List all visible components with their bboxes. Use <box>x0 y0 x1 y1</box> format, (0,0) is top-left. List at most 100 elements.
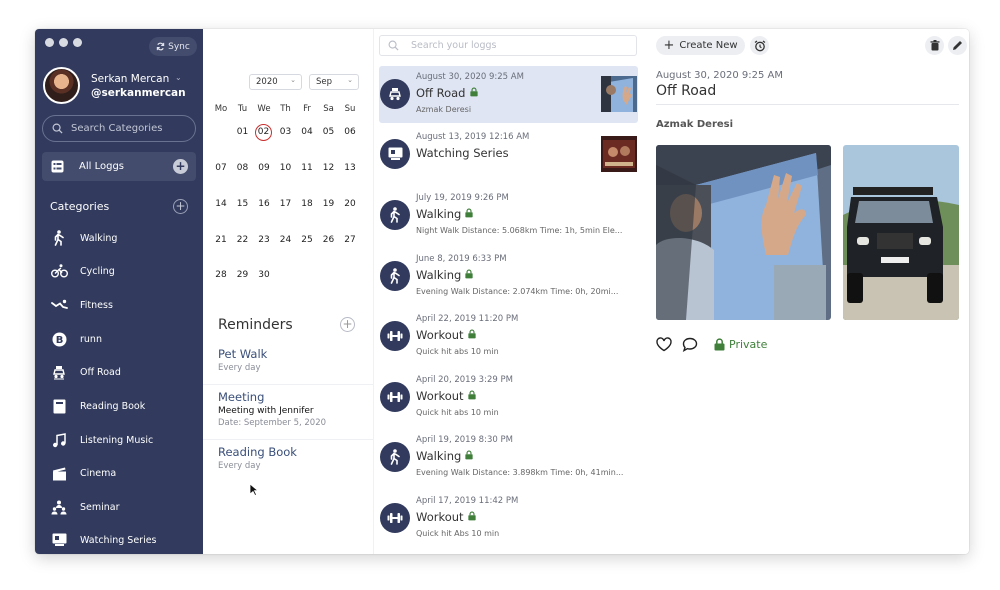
sync-button[interactable]: Sync <box>149 37 197 56</box>
calendar-day[interactable]: 25 <box>297 232 317 248</box>
create-new-button[interactable]: + Create New <box>656 36 745 55</box>
log-entry[interactable]: June 8, 2019 6:33 PM Walking Evening Walk … <box>379 248 638 305</box>
calendar-day[interactable]: 15 <box>233 196 253 212</box>
lock-icon <box>714 337 725 350</box>
calendar-day[interactable]: 17 <box>276 196 296 212</box>
calendar-day[interactable]: 24 <box>276 232 296 248</box>
category-watching-series[interactable]: Watching Series <box>50 530 157 550</box>
calendar-day[interactable]: 07 <box>211 160 231 176</box>
entry-title: Off Road <box>416 86 478 100</box>
weekday-label: We <box>257 104 271 114</box>
log-entry[interactable]: August 30, 2020 9:25 AM Off Road Azmak Der… <box>379 66 638 123</box>
log-entry[interactable]: April 22, 2019 11:20 PM Workout Quick hit … <box>379 308 638 365</box>
category-off-road[interactable]: Off Road <box>50 362 121 382</box>
search-categories-placeholder: Search Categories <box>71 123 163 134</box>
user-name[interactable]: Serkan Mercan <box>91 73 169 85</box>
calendar-day[interactable]: 12 <box>319 160 339 176</box>
music-icon <box>50 431 68 449</box>
calendar-day[interactable]: 03 <box>276 124 296 140</box>
calendar-day[interactable]: 16 <box>254 196 274 212</box>
comment-icon[interactable] <box>682 337 698 352</box>
reminder-title: Meeting <box>218 390 265 404</box>
calendar-day[interactable]: 01 <box>233 124 253 140</box>
alarm-button[interactable] <box>750 36 769 55</box>
calendar-day[interactable]: 28 <box>211 267 231 283</box>
category-walking[interactable]: Walking <box>50 228 117 248</box>
category-fitness[interactable]: Fitness <box>50 295 113 315</box>
all-loggs-item[interactable]: All Loggs + <box>42 152 196 181</box>
entry-date: April 17, 2019 11:42 PM <box>416 496 519 506</box>
calendar-day[interactable]: 23 <box>254 232 274 248</box>
reminder-item[interactable]: Pet Walk Every day <box>218 347 371 373</box>
fitness-icon <box>50 296 68 314</box>
calendar-day[interactable]: 06 <box>340 124 360 140</box>
year-select[interactable]: 2020 ⌄ <box>249 74 302 90</box>
add-reminder-button[interactable]: + <box>340 317 355 332</box>
calendar-day[interactable]: 05 <box>319 124 339 140</box>
category-listening-music[interactable]: Listening Music <box>50 430 153 450</box>
calendar-day[interactable]: 18 <box>297 196 317 212</box>
detail-date: August 30, 2020 9:25 AM <box>656 70 783 81</box>
category-seminar[interactable]: Seminar <box>50 497 120 517</box>
entry-date: June 8, 2019 6:33 PM <box>416 254 507 264</box>
maximize-window-button[interactable] <box>73 38 82 47</box>
heart-icon[interactable] <box>656 336 672 352</box>
log-entry[interactable]: April 20, 2019 3:29 PM Workout Quick hit a… <box>379 369 638 426</box>
log-entry[interactable]: April 19, 2019 8:30 PM Walking Evening Wal… <box>379 429 638 486</box>
detail-photo[interactable] <box>843 145 959 320</box>
add-category-button[interactable]: + <box>173 199 188 214</box>
delete-button[interactable] <box>925 36 944 55</box>
avatar[interactable] <box>43 67 80 104</box>
category-label: runn <box>80 333 102 345</box>
entry-title-text: Walking <box>416 207 462 221</box>
calendar-day[interactable]: 13 <box>340 160 360 176</box>
category-reading-book[interactable]: Reading Book <box>50 396 145 416</box>
search-categories-input[interactable]: Search Categories <box>42 115 196 142</box>
divider <box>656 104 959 105</box>
close-window-button[interactable] <box>45 38 54 47</box>
log-entry[interactable]: April 17, 2019 11:42 PM Workout Quick hit … <box>379 490 638 547</box>
calendar-day[interactable]: 20 <box>340 196 360 212</box>
calendar-day[interactable]: 21 <box>211 232 231 248</box>
weekday-label: Sa <box>323 104 334 114</box>
category-label: Cinema <box>80 467 117 479</box>
log-entry[interactable]: August 13, 2019 12:16 AM Watching Series <box>379 126 638 183</box>
calendar-day[interactable]: 14 <box>211 196 231 212</box>
reminder-item[interactable]: Reading Book Every day <box>218 445 371 471</box>
calendar-day[interactable]: 29 <box>233 267 253 283</box>
edit-button[interactable] <box>948 36 967 55</box>
log-list-pane: Search your loggs August 30, 2020 9:25 A… <box>373 29 646 554</box>
category-runn[interactable]: B runn <box>50 329 102 349</box>
lock-icon <box>469 86 478 100</box>
series-icon <box>50 531 68 549</box>
series-icon <box>380 139 410 169</box>
calendar-day[interactable]: 08 <box>233 160 253 176</box>
privacy-toggle[interactable]: Private <box>714 338 767 351</box>
category-cycling[interactable]: Cycling <box>50 261 115 281</box>
add-logg-button[interactable]: + <box>173 159 188 174</box>
calendar-day[interactable]: 09 <box>254 160 274 176</box>
calendar-day[interactable]: 11 <box>297 160 317 176</box>
reminder-item[interactable]: Meeting Meeting with Jennifer Date: Sept… <box>218 390 371 428</box>
reminder-title: Reading Book <box>218 445 297 459</box>
calendar-day[interactable]: 19 <box>319 196 339 212</box>
seminar-icon <box>50 498 68 516</box>
entry-date: August 13, 2019 12:16 AM <box>416 132 530 142</box>
calendar-day[interactable]: 04 <box>297 124 317 140</box>
calendar-day[interactable]: 26 <box>319 232 339 248</box>
detail-photo[interactable] <box>656 145 831 320</box>
minimize-window-button[interactable] <box>59 38 68 47</box>
calendar-day[interactable]: 30 <box>254 267 274 283</box>
calendar-day[interactable]: 10 <box>276 160 296 176</box>
weekday-label: Tu <box>237 104 248 114</box>
log-entry[interactable]: July 19, 2019 9:26 PM Walking Night Walk D… <box>379 187 638 244</box>
search-loggs-input[interactable]: Search your loggs <box>379 35 637 56</box>
calendar-day-today[interactable]: 02 <box>255 124 272 141</box>
dumbbell-icon <box>380 382 410 412</box>
category-cinema[interactable]: Cinema <box>50 463 116 483</box>
calendar-day[interactable]: 27 <box>340 232 360 248</box>
calendar-day[interactable]: 22 <box>233 232 253 248</box>
chevron-down-icon[interactable]: ⌄ <box>175 73 182 82</box>
month-select[interactable]: Sep ⌄ <box>309 74 359 90</box>
entry-title: Workout <box>416 328 476 342</box>
